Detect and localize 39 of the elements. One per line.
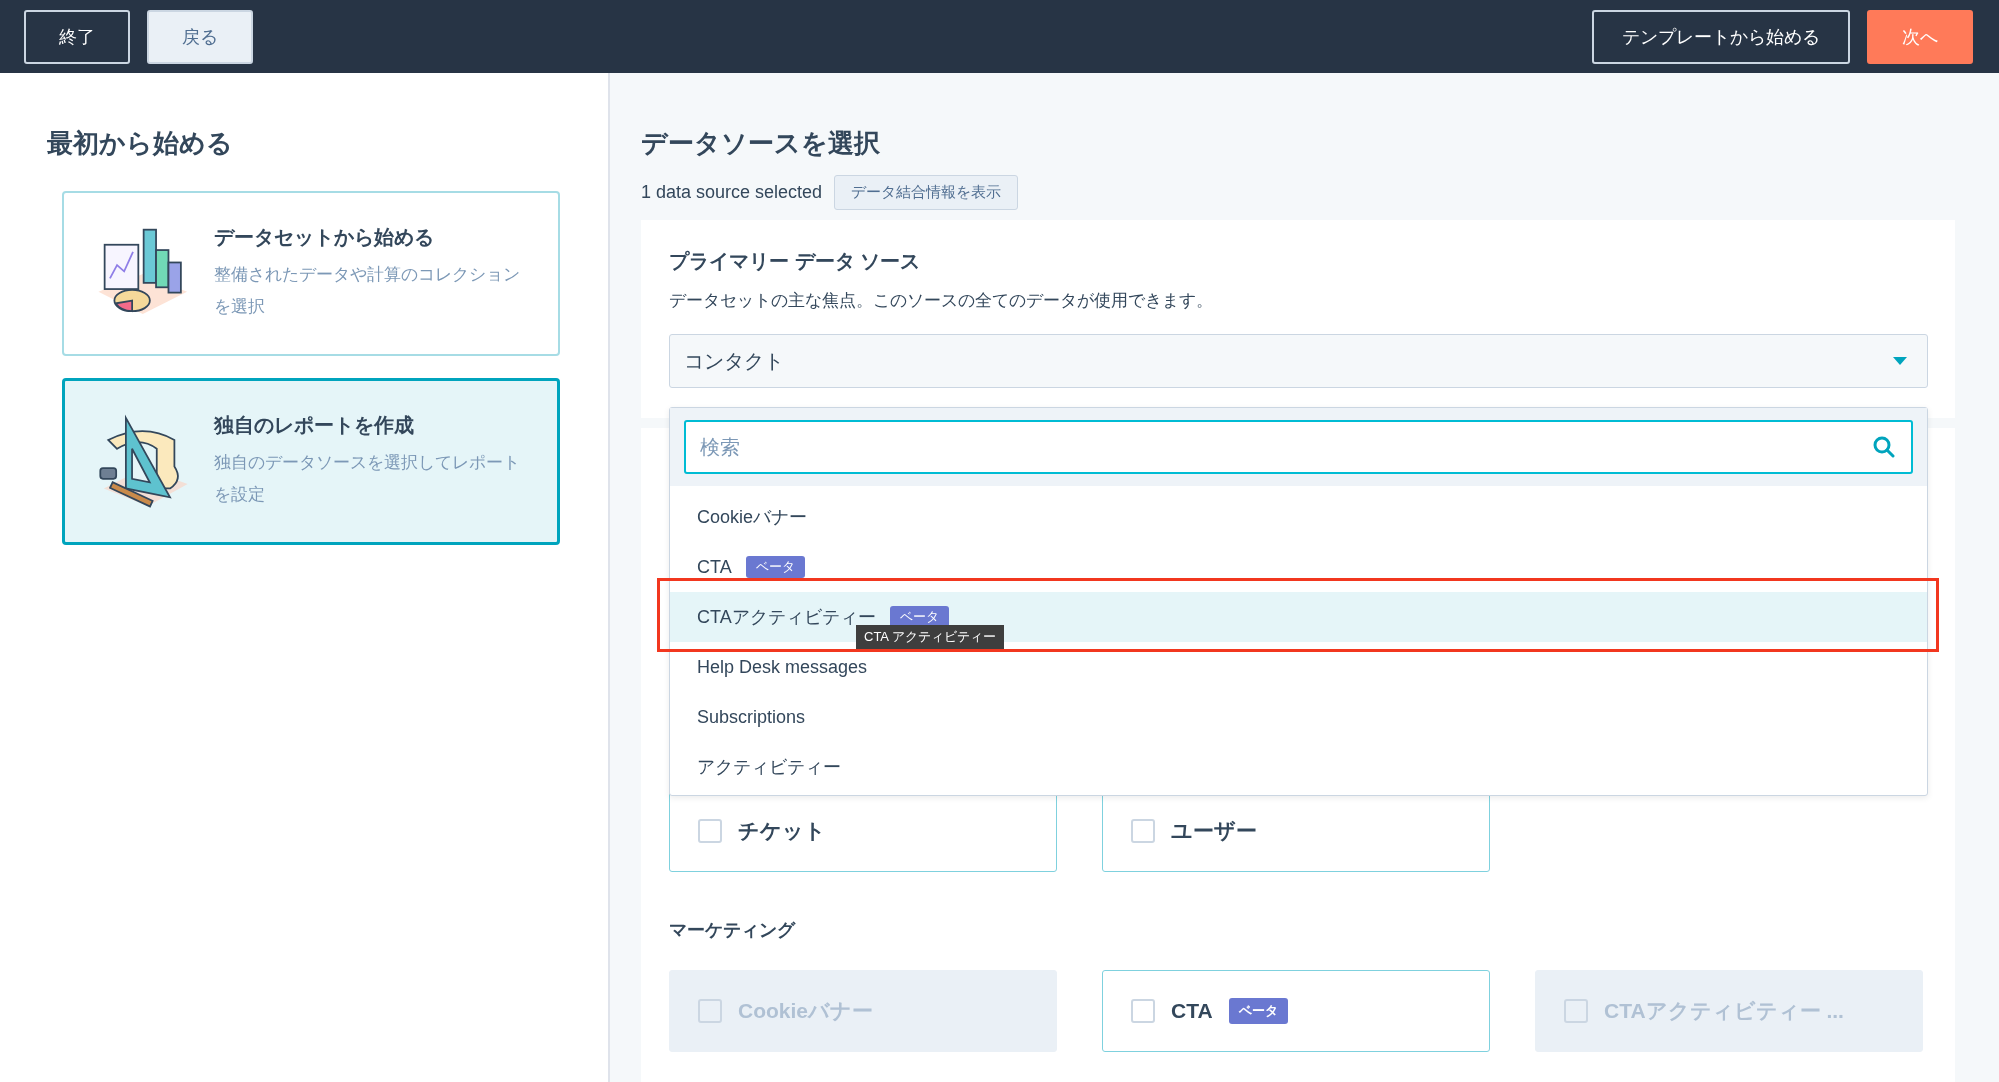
checkbox[interactable] bbox=[698, 819, 722, 843]
dropdown-item[interactable]: CTAアクティビティー bbox=[697, 606, 876, 628]
select-value: コンタクト bbox=[684, 348, 784, 374]
join-info-button[interactable]: データ結合情報を表示 bbox=[834, 175, 1019, 210]
card-label: ユーザー bbox=[1171, 818, 1257, 844]
object-card[interactable]: CTA ベータ bbox=[1102, 970, 1490, 1052]
tooltip: CTA アクティビティー bbox=[856, 625, 1004, 649]
option-title: データセットから始める bbox=[213, 225, 435, 250]
beta-badge: ベータ bbox=[745, 555, 805, 579]
dropdown-item[interactable]: アクティビティー bbox=[697, 756, 841, 778]
dropdown-item[interactable]: Help Desk messages bbox=[697, 656, 868, 678]
search-field[interactable]: 検索 bbox=[684, 420, 1913, 474]
section-title: データソースを選択 bbox=[641, 127, 881, 160]
toolbar-button[interactable]: テンプレートから始める bbox=[1592, 9, 1850, 64]
checkbox[interactable] bbox=[1131, 999, 1155, 1023]
card-label: Cookieバナー bbox=[738, 998, 873, 1024]
card-description: データセットの主な焦点。このソースの全てのデータが使用できます。 bbox=[669, 290, 1214, 312]
option-card[interactable]: 独自のレポートを作成 独自のデータソースを選択してレポートを設定 bbox=[62, 378, 560, 545]
dropdown-item[interactable]: Subscriptions bbox=[697, 706, 806, 728]
card-label: CTAアクティビティー ... bbox=[1604, 998, 1844, 1024]
card-label: チケット bbox=[738, 818, 826, 844]
dropdown-item[interactable]: Cookieバナー bbox=[697, 506, 808, 528]
card-label: CTA bbox=[1171, 999, 1213, 1023]
toolbar-button[interactable]: 戻る bbox=[147, 9, 253, 64]
option-description: 整備されたデータや計算のコレクションを選択 bbox=[213, 264, 521, 318]
caret-icon bbox=[1893, 357, 1907, 365]
beta-badge: ベータ bbox=[1228, 998, 1288, 1024]
checkbox[interactable] bbox=[1131, 819, 1155, 843]
option-card[interactable]: データセットから始める 整備されたデータや計算のコレクションを選択 bbox=[62, 191, 560, 356]
option-title: 独自のレポートを作成 bbox=[214, 413, 416, 438]
card-title: プライマリー データ ソース bbox=[669, 249, 922, 274]
option-description: 独自のデータソースを選択してレポートを設定 bbox=[214, 452, 522, 506]
dropdown-item[interactable]: CTA bbox=[697, 556, 732, 578]
panel-title: 最初から始める bbox=[47, 127, 234, 160]
toolbar-button[interactable]: 終了 bbox=[24, 9, 130, 64]
source-select[interactable]: コンタクト bbox=[669, 334, 1928, 388]
selection-count: 1 data source selected bbox=[641, 182, 823, 203]
category-title: マーケティング bbox=[669, 919, 797, 942]
search-icon bbox=[1873, 436, 1895, 458]
